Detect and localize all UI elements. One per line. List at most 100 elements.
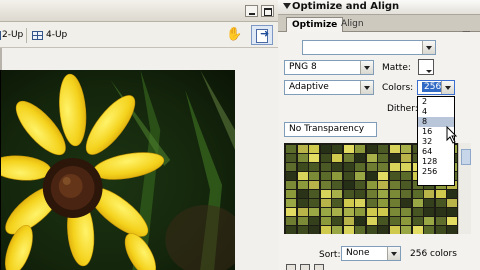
matte-color-swatch[interactable] xyxy=(418,59,434,75)
tab-optimize[interactable]: Optimize xyxy=(286,17,344,32)
chevron-down-icon[interactable] xyxy=(422,41,435,54)
color-swatch[interactable] xyxy=(309,208,319,216)
color-swatch[interactable] xyxy=(366,208,377,216)
color-swatch[interactable] xyxy=(309,199,319,207)
color-swatch[interactable] xyxy=(366,199,377,207)
chevron-down-icon[interactable] xyxy=(387,247,400,260)
color-swatch[interactable] xyxy=(447,208,457,216)
tab-2-up[interactable]: 2-Up xyxy=(0,28,23,43)
color-swatch[interactable] xyxy=(343,217,354,225)
colors-select[interactable]: 256 xyxy=(417,80,455,95)
color-swatch[interactable] xyxy=(424,217,434,225)
color-swatch[interactable] xyxy=(343,163,354,171)
color-swatch[interactable] xyxy=(389,145,400,153)
color-swatch[interactable] xyxy=(355,163,365,171)
color-swatch[interactable] xyxy=(343,190,354,198)
color-swatch[interactable] xyxy=(286,208,296,216)
edit-color-icon[interactable] xyxy=(286,264,296,270)
color-swatch[interactable] xyxy=(355,217,365,225)
color-swatch[interactable] xyxy=(297,145,308,153)
colors-option[interactable]: 2 xyxy=(418,97,454,107)
color-swatch[interactable] xyxy=(355,199,365,207)
colors-option[interactable]: 4 xyxy=(418,107,454,117)
color-swatch[interactable] xyxy=(286,217,296,225)
color-swatch[interactable] xyxy=(320,199,331,207)
sort-select[interactable]: None xyxy=(341,246,401,261)
color-swatch[interactable] xyxy=(320,217,331,225)
color-swatch[interactable] xyxy=(355,226,365,234)
chevron-down-icon[interactable] xyxy=(360,81,373,94)
chevron-down-icon[interactable] xyxy=(360,61,373,74)
color-swatch[interactable] xyxy=(286,154,296,162)
color-swatch[interactable] xyxy=(412,226,423,234)
color-swatch[interactable] xyxy=(447,190,457,198)
color-swatch[interactable] xyxy=(297,190,308,198)
color-swatch[interactable] xyxy=(435,208,446,216)
color-swatch[interactable] xyxy=(401,217,411,225)
color-swatch[interactable] xyxy=(435,199,446,207)
color-swatch[interactable] xyxy=(378,217,388,225)
color-swatch[interactable] xyxy=(424,226,434,234)
color-swatch[interactable] xyxy=(366,163,377,171)
color-swatch[interactable] xyxy=(320,226,331,234)
color-swatch[interactable] xyxy=(412,208,423,216)
color-swatch[interactable] xyxy=(366,217,377,225)
color-swatch[interactable] xyxy=(297,217,308,225)
color-swatch[interactable] xyxy=(378,190,388,198)
color-swatch[interactable] xyxy=(412,199,423,207)
color-swatch[interactable] xyxy=(389,208,400,216)
panel-titlebar[interactable]: Optimize and Align xyxy=(278,0,480,15)
color-swatch[interactable] xyxy=(320,172,331,180)
color-swatch[interactable] xyxy=(401,145,411,153)
color-swatch[interactable] xyxy=(389,199,400,207)
color-swatch[interactable] xyxy=(389,154,400,162)
color-swatch[interactable] xyxy=(447,226,457,234)
color-swatch[interactable] xyxy=(378,145,388,153)
color-swatch[interactable] xyxy=(286,181,296,189)
saved-settings-select[interactable] xyxy=(302,40,436,55)
color-swatch[interactable] xyxy=(424,208,434,216)
color-swatch[interactable] xyxy=(343,226,354,234)
color-swatch[interactable] xyxy=(286,226,296,234)
color-swatch[interactable] xyxy=(286,172,296,180)
color-table-scrollbar[interactable] xyxy=(458,143,471,234)
color-swatch[interactable] xyxy=(401,154,411,162)
color-swatch[interactable] xyxy=(355,145,365,153)
color-swatch[interactable] xyxy=(435,226,446,234)
color-swatch[interactable] xyxy=(412,190,423,198)
color-swatch[interactable] xyxy=(332,154,342,162)
color-swatch[interactable] xyxy=(320,154,331,162)
colors-option[interactable]: 256 xyxy=(418,167,454,177)
color-swatch[interactable] xyxy=(401,208,411,216)
color-swatch[interactable] xyxy=(424,199,434,207)
color-swatch[interactable] xyxy=(286,163,296,171)
color-swatch[interactable] xyxy=(297,199,308,207)
color-swatch[interactable] xyxy=(332,226,342,234)
color-swatch[interactable] xyxy=(366,226,377,234)
color-swatch[interactable] xyxy=(355,190,365,198)
transparency-select[interactable]: No Transparency xyxy=(284,122,377,137)
add-color-icon[interactable] xyxy=(314,264,324,270)
chevron-down-icon[interactable] xyxy=(441,81,454,94)
color-swatch[interactable] xyxy=(332,172,342,180)
color-swatch[interactable] xyxy=(309,163,319,171)
color-swatch[interactable] xyxy=(343,199,354,207)
color-swatch[interactable] xyxy=(297,154,308,162)
color-swatch[interactable] xyxy=(378,226,388,234)
color-swatch[interactable] xyxy=(332,190,342,198)
color-swatch[interactable] xyxy=(389,217,400,225)
color-swatch[interactable] xyxy=(389,163,400,171)
color-swatch[interactable] xyxy=(366,145,377,153)
color-swatch[interactable] xyxy=(320,145,331,153)
color-swatch[interactable] xyxy=(412,217,423,225)
color-swatch[interactable] xyxy=(297,163,308,171)
color-swatch[interactable] xyxy=(366,172,377,180)
color-swatch[interactable] xyxy=(309,217,319,225)
color-swatch[interactable] xyxy=(378,181,388,189)
color-swatch[interactable] xyxy=(332,217,342,225)
color-swatch[interactable] xyxy=(286,199,296,207)
collapse-arrow-icon[interactable] xyxy=(283,3,291,9)
color-swatch[interactable] xyxy=(320,181,331,189)
color-swatch[interactable] xyxy=(343,154,354,162)
minimize-button[interactable] xyxy=(245,5,258,17)
